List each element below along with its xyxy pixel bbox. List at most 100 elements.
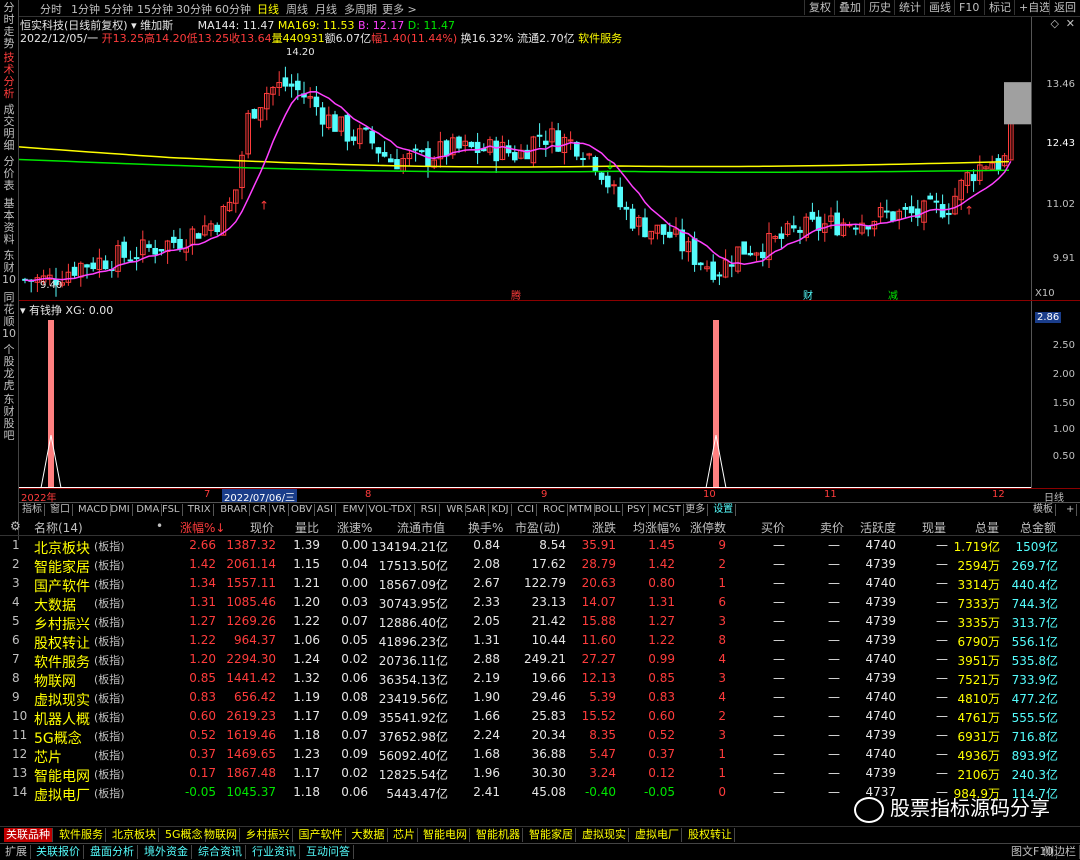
col-turnover[interactable]: 换手% [468,519,503,536]
btn-f10[interactable]: F10 [954,0,983,15]
col-limit-up[interactable]: 涨停数 [690,519,726,536]
col-diff[interactable]: 涨跌 [592,519,616,536]
status-tab[interactable]: 扩展 [2,845,31,859]
table-row[interactable]: 11 5G概念 (板指) 0.52 1619.46 1.18 0.07 37652.98亿 2.… [0,726,1080,747]
status-tab[interactable]: 盘面分析 [87,845,138,859]
indicator-tab[interactable]: VR [270,504,289,516]
indicator-tab[interactable]: 更多 [683,504,709,516]
indicator-panel-control[interactable]: 模板 [1031,504,1056,516]
related-tab[interactable]: 股权转让 [686,828,735,842]
col-float-cap[interactable]: 流通市值 [397,519,445,536]
related-tab[interactable]: 软件服务 [57,828,106,842]
period-60min[interactable]: 60分钟 [215,1,251,17]
tab-eastmoney-f10[interactable]: 东财10 [1,250,17,286]
indicator-tab[interactable]: SAR [464,504,489,516]
indicator-tab[interactable]: CCI [515,504,538,516]
related-tab[interactable]: 北京板块 [110,828,159,842]
indicator-tab[interactable]: ROC [541,504,568,516]
indicator-tab[interactable]: 指标 [20,504,45,516]
btn-adjust[interactable]: 复权 [804,0,835,15]
indicator-tab[interactable]: MTM [567,504,596,516]
candlestick-chart[interactable]: ↑ ↑ ↓ [19,44,1031,300]
settings-icon[interactable]: ⚙ [10,519,21,533]
table-row[interactable]: 3 国产软件 (板指) 1.34 1557.11 1.21 0.00 18567.09亿 2.6… [0,574,1080,595]
indicator-tab[interactable]: MACD [76,504,111,516]
period-more[interactable]: 更多 > [382,1,417,17]
btn-overlay[interactable]: 叠加 [834,0,865,15]
period-multi[interactable]: 多周期 [344,1,377,17]
col-speed[interactable]: 涨速% [337,519,372,536]
tab-trades[interactable]: 成交明细 [1,104,17,152]
tab-technical[interactable]: 技术分析 [1,52,17,100]
status-tab[interactable]: 互动问答 [303,845,354,859]
related-tab[interactable]: 关联品种 [4,828,53,842]
indicator-panel-control[interactable]: + [1064,504,1078,516]
btn-history[interactable]: 历史 [864,0,895,15]
related-tab[interactable]: 智能家居 [527,828,576,842]
btn-draw[interactable]: 画线 [924,0,955,15]
period-5min[interactable]: 5分钟 [104,1,133,17]
col-total-vol[interactable]: 总量 [975,519,999,536]
related-tab[interactable]: 大数据 [350,828,388,842]
tab-dragon-tiger[interactable]: 个股龙虎 [1,344,17,392]
col-pe[interactable]: 市盈(动) [515,519,560,536]
col-total-amount[interactable]: 总金额 [1020,519,1056,536]
tab-ths-f10[interactable]: 同花顺10 [1,292,17,340]
related-tab[interactable]: 虚拟电厂 [633,828,682,842]
table-row[interactable]: 7 软件服务 (板指) 1.20 2294.30 1.24 0.02 20736.11亿 2.8… [0,650,1080,671]
indicator-tab[interactable]: FSL [160,504,183,516]
indicator-tab[interactable]: BOLL [593,504,624,516]
period-1min[interactable]: 1分钟 [71,1,100,17]
indicator-tab[interactable]: RSI [419,504,440,516]
related-tab[interactable]: 芯片 [391,828,418,842]
period-weekly[interactable]: 周线 [286,1,308,17]
related-tab[interactable]: 物联网 [202,828,240,842]
indicator-tab[interactable]: EMV [341,504,368,516]
indicator-tab[interactable]: DMI [108,504,133,516]
related-tab[interactable]: 智能机器 [474,828,523,842]
table-row[interactable]: 9 虚拟现实 (板指) 0.83 656.42 1.19 0.08 23419.56亿 1.90… [0,688,1080,709]
col-change-pct[interactable]: 涨幅%↓ [180,519,225,536]
tab-intraday[interactable]: 分时走势 [1,2,17,50]
col-volume-ratio[interactable]: 量比 [295,519,319,536]
indicator-tab[interactable]: TRIX [186,504,214,516]
status-tab[interactable]: 行业资讯 [249,845,300,859]
diamond-icon[interactable]: ◇ [1051,17,1059,30]
table-row[interactable]: 12 芯片 (板指) 0.37 1469.65 1.23 0.09 56092.40亿 1.68… [0,745,1080,766]
related-tab[interactable]: 乡村振兴 [244,828,293,842]
period-30min[interactable]: 30分钟 [176,1,212,17]
period-monthly[interactable]: 月线 [315,1,337,17]
period-intraday[interactable]: 分时 [40,1,62,17]
tab-forum[interactable]: 东财股吧 [1,394,17,442]
col-bid[interactable]: 买价 [761,519,785,536]
status-tab[interactable]: 境外资金 [141,845,192,859]
table-row[interactable]: 2 智能家居 (板指) 1.42 2061.14 1.15 0.04 17513.50亿 2.0… [0,555,1080,576]
indicator-tab[interactable]: PSY [625,504,649,516]
period-daily[interactable]: 日线 [257,1,279,17]
col-name[interactable]: 名称(14) [34,519,83,536]
col-current-vol[interactable]: 现量 [922,519,946,536]
related-tab[interactable]: 5G概念 [163,828,206,842]
table-row[interactable]: 13 智能电网 (板指) 0.17 1867.48 1.17 0.02 12825.54亿 1.… [0,764,1080,785]
table-row[interactable]: 6 股权转让 (板指) 1.22 964.37 1.06 0.05 41896.23亿 1.31… [0,631,1080,652]
status-tab[interactable]: 综合资讯 [195,845,246,859]
indicator-tab[interactable]: CR [251,504,270,516]
indicator-tab[interactable]: ASI [315,504,336,516]
status-tab[interactable]: 关联报价 [33,845,84,859]
indicator-tab[interactable]: KDJ [489,504,512,516]
col-price[interactable]: 现价 [250,519,274,536]
table-row[interactable]: 4 大数据 (板指) 1.31 1085.46 1.20 0.03 30743.95亿 2.33… [0,593,1080,614]
status-right-button[interactable]: 侧边栏 [1040,845,1080,859]
tab-profile[interactable]: 基本资料 [1,198,17,246]
indicator-tab[interactable]: DMA [134,504,163,516]
indicator-chart[interactable] [19,316,1031,488]
indicator-tab[interactable]: OBV [289,504,316,516]
period-15min[interactable]: 15分钟 [137,1,173,17]
table-row[interactable]: 8 物联网 (板指) 0.85 1441.42 1.32 0.06 36354.13亿 2.19… [0,669,1080,690]
close-icon[interactable]: ✕ [1066,17,1075,30]
table-row[interactable]: 5 乡村振兴 (板指) 1.27 1269.26 1.22 0.07 12886.40亿 2.0… [0,612,1080,633]
indicator-tab[interactable]: BRAR [218,504,251,516]
table-row[interactable]: 1 北京板块 (板指) 2.66 1387.32 1.39 0.00 134194.21亿 0.… [0,536,1080,557]
btn-stats[interactable]: 统计 [894,0,925,15]
btn-back[interactable]: 返回 [1049,0,1080,15]
